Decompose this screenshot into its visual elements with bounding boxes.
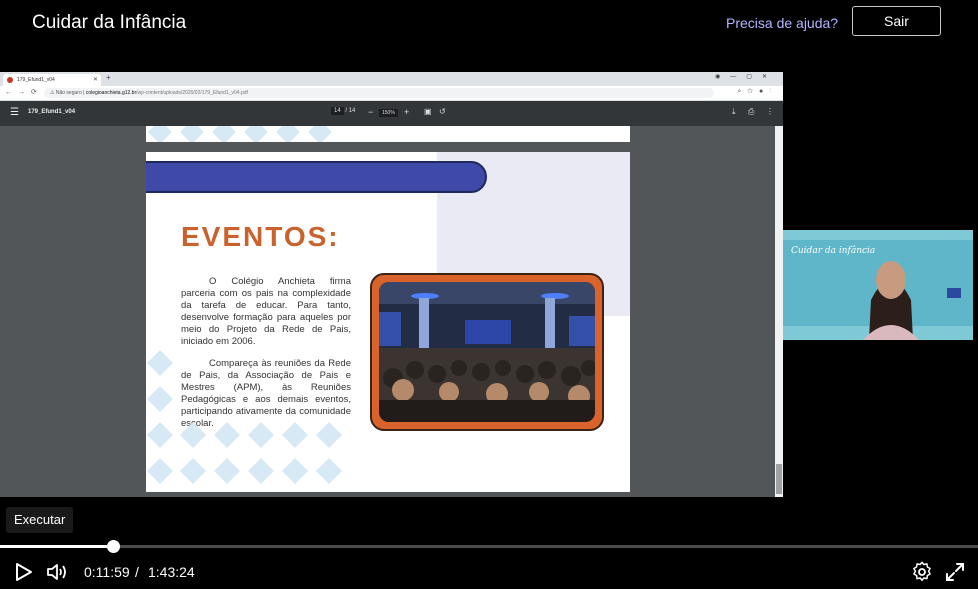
- app-title: Cuidar da Infância: [32, 12, 187, 33]
- fit-page-icon[interactable]: ▣: [424, 107, 432, 116]
- browser-actions-icon[interactable]: ⌕☆●⋮: [737, 88, 777, 96]
- help-link[interactable]: Precisa de ajuda?: [726, 15, 838, 31]
- security-label: Não seguro: [55, 90, 82, 96]
- zoom-level[interactable]: 150%: [379, 109, 398, 117]
- rotate-icon[interactable]: ↺: [439, 107, 446, 116]
- event-photo: [379, 282, 595, 422]
- volume-icon[interactable]: [45, 561, 69, 583]
- progress-bar[interactable]: [0, 540, 978, 553]
- pdf-page: EVENTOS: O Colégio Anchieta firma parcer…: [146, 152, 630, 492]
- zoom-in-icon[interactable]: +: [404, 107, 409, 117]
- close-icon[interactable]: ✕: [93, 74, 98, 86]
- print-icon[interactable]: ⎙: [748, 107, 754, 117]
- auditorium-image: [379, 282, 595, 422]
- new-tab-icon[interactable]: +: [106, 73, 111, 82]
- play-icon[interactable]: [12, 561, 34, 583]
- favicon-icon: [7, 77, 13, 83]
- photo-frame: [370, 273, 604, 431]
- pdf-toolbar: ☰ 179_Efund1_v04 14 / 14 − 150% + ▣ ↺ ⤓ …: [0, 101, 783, 126]
- slide-heading: EVENTOS:: [181, 221, 340, 252]
- diamond-pattern: [147, 350, 342, 484]
- url-field[interactable]: ⚠ Não seguro | colegioanchieta.g12.br/wp…: [44, 88, 714, 98]
- total-time: 1:43:24: [148, 564, 195, 580]
- settings-icon[interactable]: [911, 561, 933, 583]
- address-bar: ←→⟳ ⚠ Não seguro | colegioanchieta.g12.b…: [0, 86, 783, 101]
- browser-tab-strip: 179_Efund1_v04 ✕ + ◉—▢✕: [0, 72, 783, 86]
- fullscreen-icon[interactable]: [944, 561, 966, 583]
- more-options-icon[interactable]: ⋮: [766, 107, 774, 116]
- diamond-pattern-top: [148, 126, 332, 142]
- zoom-out-icon[interactable]: −: [368, 107, 373, 117]
- presenter-webcam: Cuidar da infância: [783, 230, 973, 340]
- top-bar: Cuidar da Infância Precisa de ajuda? Sai…: [0, 0, 978, 48]
- progress-fill: [0, 545, 114, 548]
- current-time: 0:11:59: [84, 564, 130, 580]
- previous-page-edge: [146, 126, 630, 142]
- time-separator: /: [135, 564, 139, 580]
- scrollbar[interactable]: [775, 126, 783, 497]
- download-icon[interactable]: ⤓: [732, 107, 736, 117]
- player-controls: Executar 0:11:59 / 1:43:24: [0, 497, 978, 589]
- url-path: /wp-content/uploads/2020/02/179_Efund1_v…: [136, 90, 248, 96]
- webcam-banner-text: Cuidar da infância: [791, 246, 876, 256]
- slide-paragraph-1: O Colégio Anchieta firma parceria com os…: [181, 276, 351, 347]
- play-tooltip: Executar: [6, 507, 74, 533]
- scrollbar-thumb[interactable]: [776, 464, 782, 494]
- browser-tab-title: 179_Efund1_v04: [17, 77, 55, 83]
- window-controls[interactable]: ◉—▢✕: [715, 73, 777, 80]
- blue-banner: [146, 161, 487, 193]
- pdf-page-indicator[interactable]: 14 / 14: [331, 107, 355, 115]
- nav-buttons-icon[interactable]: ←→⟳: [5, 88, 43, 96]
- menu-icon[interactable]: ☰: [10, 107, 19, 118]
- url-host: colegioanchieta.g12.br: [85, 90, 137, 96]
- progress-thumb[interactable]: [107, 540, 121, 553]
- pdf-file-name: 179_Efund1_v04: [28, 109, 76, 115]
- browser-tab[interactable]: 179_Efund1_v04 ✕: [3, 74, 101, 86]
- shared-screen: 179_Efund1_v04 ✕ + ◉—▢✕ ←→⟳ ⚠ Não seguro…: [0, 72, 783, 497]
- exit-button[interactable]: Sair: [852, 6, 941, 36]
